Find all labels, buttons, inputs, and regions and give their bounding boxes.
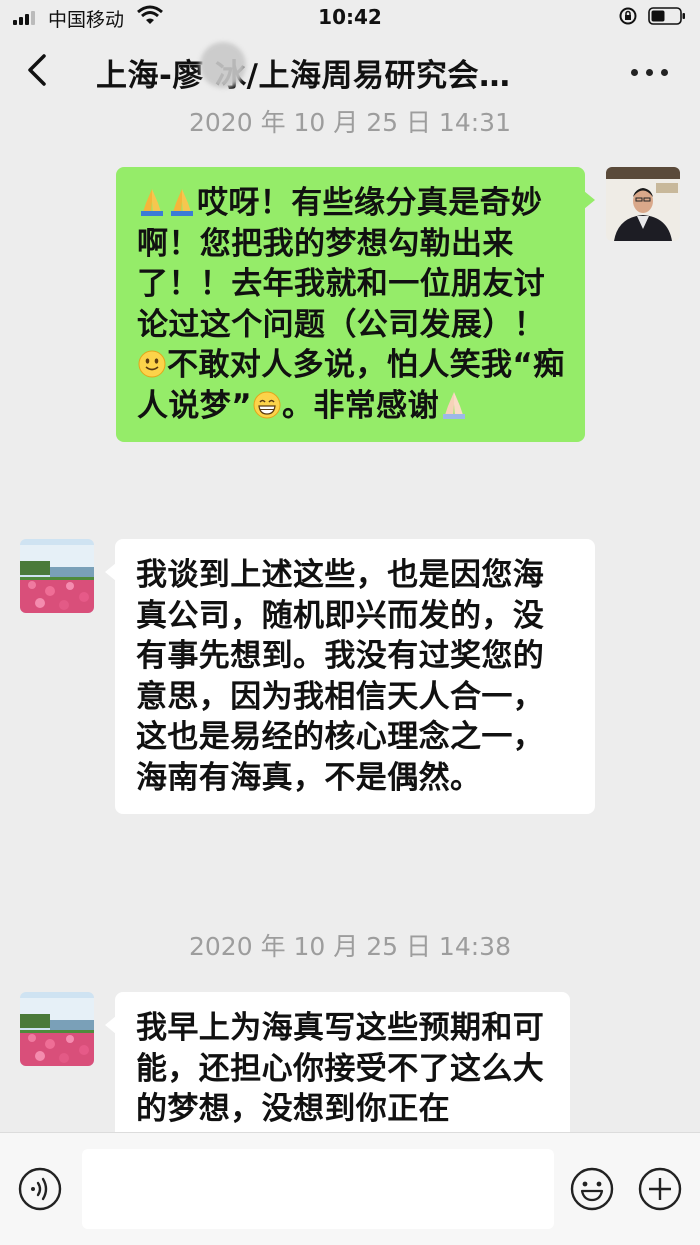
other-avatar[interactable] (20, 992, 94, 1066)
message-bubble-self[interactable]: 哎呀！有些缘分真是奇妙啊！您把我的梦想勾勒出来了！！去年我就和一位朋友讨论过这个… (116, 167, 595, 442)
more-icon[interactable] (628, 66, 672, 80)
grin-emoji (253, 391, 281, 418)
plus-icon[interactable] (638, 1167, 682, 1211)
timestamp: 2020 年 10 月 25 日 14:31 (189, 108, 511, 137)
other-avatar[interactable] (20, 539, 94, 613)
pray-emoji (171, 189, 193, 216)
pray-emoji (442, 391, 465, 419)
clock: 10:42 (318, 5, 382, 29)
input-bar (0, 1132, 700, 1245)
message-input[interactable] (82, 1149, 554, 1229)
battery-icon (648, 7, 685, 25)
rotation-lock-icon (619, 7, 637, 25)
pray-emoji (141, 189, 163, 216)
voice-icon[interactable] (18, 1167, 62, 1211)
timestamp: 2020 年 10 月 25 日 14:38 (189, 932, 511, 961)
emoji-icon[interactable] (570, 1167, 614, 1211)
message-bubble-other[interactable]: 我谈到上述这些，也是因您海真公司，随机即兴而发的，没有事先想到。我没有过奖您的意… (105, 539, 595, 814)
back-icon[interactable] (22, 50, 52, 90)
privacy-blur (200, 42, 246, 88)
chat-title: 上海-廖 冰/上海周易研究会… (96, 58, 511, 94)
nav-bar: 上海-廖 冰/上海周易研究会… (0, 36, 700, 106)
message-text: 我谈到上述这些，也是因您海真公司，随机即兴而发的，没有事先想到。我没有过奖您的意… (136, 557, 545, 796)
message-text: 哎呀！有些缘分真是奇妙啊！您把我的梦想勾勒出来了！！去年我就和一位朋友讨论过这个… (137, 185, 565, 424)
self-avatar[interactable] (606, 167, 680, 241)
smile-emoji (138, 350, 166, 378)
message-text: 我早上为海真写这些预期和可能，还担心你接受不了这么大的梦想，没想到你正在 (136, 1010, 545, 1127)
status-bar: 中国移动 10:42 (0, 0, 700, 36)
